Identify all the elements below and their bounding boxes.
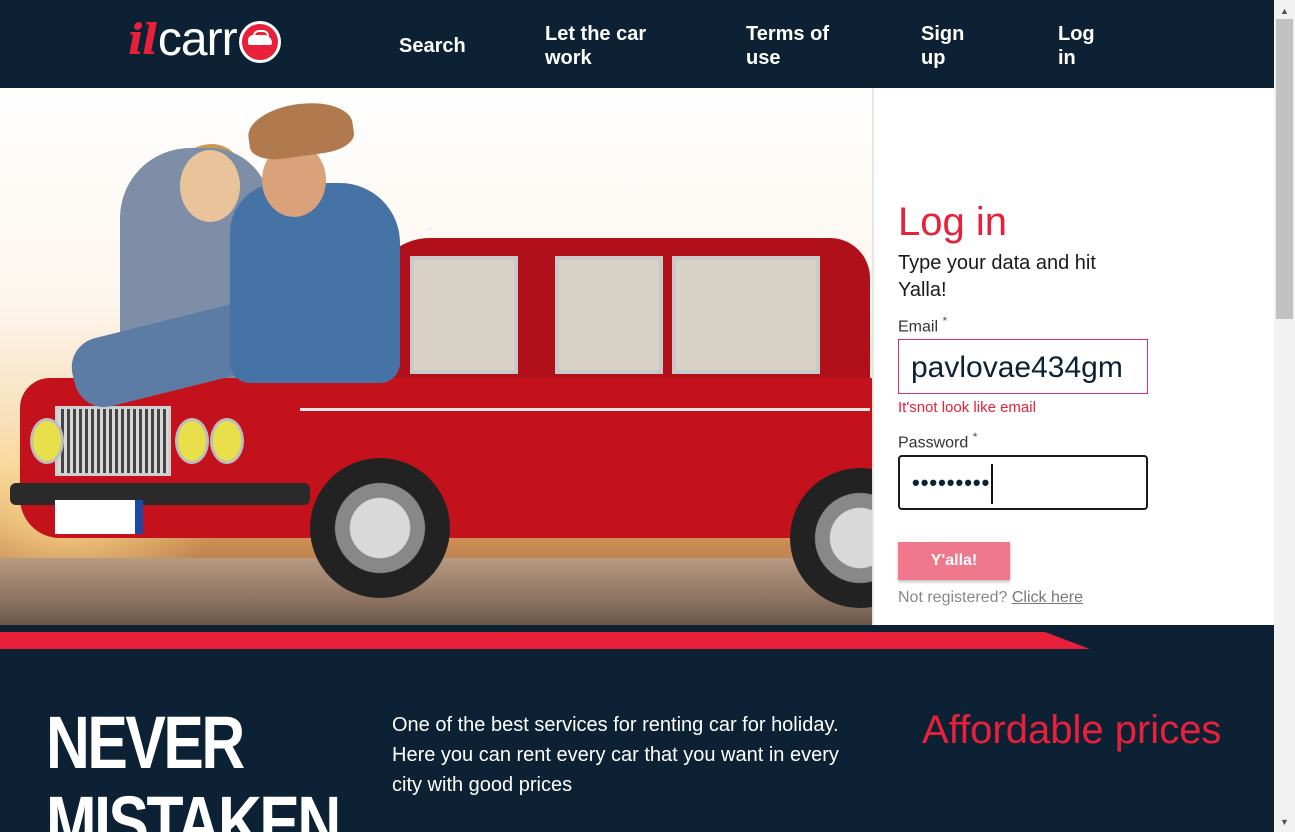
triangle-up-icon[interactable]: ▲ [1274, 2, 1295, 19]
yalla-submit-button[interactable]: Y'alla! [898, 542, 1010, 580]
password-mask: ••••••••• [912, 470, 991, 495]
headlight [210, 418, 244, 464]
nav-log-in[interactable]: Log in [1058, 22, 1103, 70]
car-window [410, 256, 518, 374]
password-label: Password * [898, 430, 977, 452]
car-window [672, 256, 820, 374]
car-wheel [310, 458, 450, 598]
login-subtitle: Type your data and hit Yalla! [898, 252, 1096, 301]
car-stripe [300, 408, 870, 411]
woman-head [180, 150, 240, 222]
cowboy-hat [244, 96, 357, 164]
ilcarro-logo[interactable]: il carr [128, 12, 281, 66]
man-figure [230, 183, 400, 383]
password-label-text: Password [898, 434, 969, 452]
login-title: Log in [898, 200, 1007, 244]
password-field[interactable]: ••••••••• [898, 455, 1148, 510]
nav-let-the-car-work[interactable]: Let the car work [545, 22, 675, 70]
headlight [175, 418, 209, 464]
logo-carr-text: carr [157, 12, 238, 66]
never-mistaken-heading: NEVER MISTAKEN [46, 701, 341, 832]
headlight [30, 418, 64, 464]
not-registered-text: Not registered? [898, 589, 1008, 606]
hero-image [0, 88, 872, 625]
license-plate [55, 500, 143, 534]
logo-il-text: il [128, 14, 158, 64]
nav-terms-of-use[interactable]: Terms of use [746, 22, 846, 70]
car-window [555, 256, 663, 374]
required-mark: * [942, 314, 948, 328]
not-registered-line: Not registered? Click here [898, 589, 1083, 607]
scrollbar-thumb[interactable] [1276, 19, 1293, 319]
never-line-2: MISTAKEN [46, 781, 341, 832]
red-divider-band [0, 632, 1090, 649]
affordable-prices-heading: Affordable prices [922, 708, 1222, 752]
nav-search[interactable]: Search [399, 34, 466, 58]
required-mark: * [972, 430, 978, 444]
nav-sign-up[interactable]: Sign up [921, 22, 971, 70]
email-error: It'snot look like email [898, 399, 1036, 416]
email-field[interactable]: pavlovae434gm [898, 339, 1148, 394]
car-in-circle-icon [238, 21, 281, 63]
service-description: One of the best services for renting car… [392, 714, 839, 796]
car-grille [55, 406, 171, 476]
click-here-link[interactable]: Click here [1012, 589, 1083, 606]
triangle-down-icon[interactable]: ▼ [1274, 813, 1295, 830]
text-caret [991, 464, 994, 505]
never-line-1: NEVER [46, 701, 245, 784]
page: il carr Search Let the car work Terms of… [0, 0, 1295, 832]
vertical-scrollbar[interactable]: ▲ ▼ [1274, 0, 1295, 832]
email-label-text: Email [898, 318, 939, 336]
top-header: il carr Search Let the car work Terms of… [0, 0, 1274, 88]
email-label: Email * [898, 314, 947, 336]
